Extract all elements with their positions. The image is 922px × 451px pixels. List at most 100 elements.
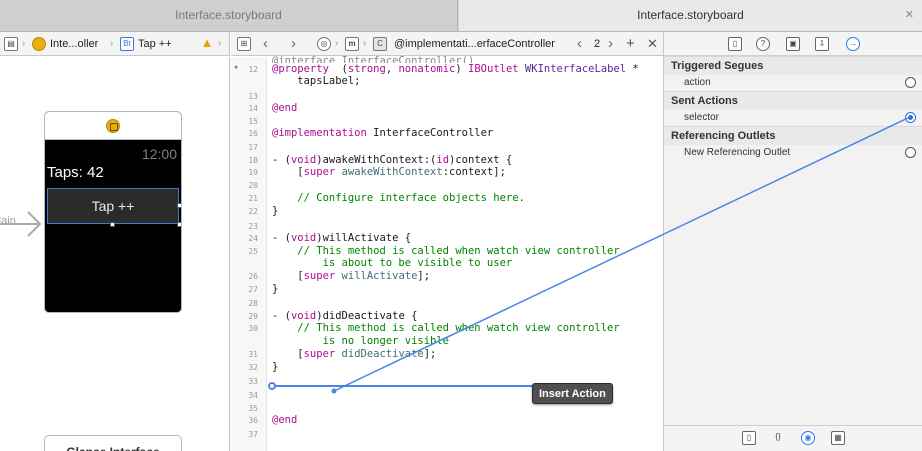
- previous-counterpart-icon[interactable]: ‹: [577, 32, 582, 55]
- interface-controller-scene[interactable]: 12:00 Taps: 42 Tap ++: [44, 111, 182, 313]
- code-line[interactable]: @property (strong, nonatomic) IBOutlet W…: [272, 63, 639, 75]
- connections-inspector: ▯ ? ▣ ⇩ ▥ → Triggered Segues action Sent A…: [663, 32, 922, 451]
- code-line[interactable]: - (void)willActivate {: [272, 232, 411, 244]
- code-token: [: [272, 270, 304, 282]
- inspector-section-title: Triggered Segues: [664, 56, 922, 75]
- forward-arrow-icon[interactable]: ›: [291, 32, 296, 55]
- code-line[interactable]: [super willActivate];: [272, 270, 430, 282]
- connection-label: New Referencing Outlet: [684, 147, 791, 158]
- button-object-icon: Bt: [120, 37, 134, 51]
- code-line[interactable]: is about to be visible to user: [272, 257, 513, 269]
- file-template-icon[interactable]: ▯: [742, 431, 756, 445]
- connection-row[interactable]: selector: [664, 110, 922, 126]
- code-token: WKInterfaceLabel: [518, 63, 627, 75]
- line-number: 34: [248, 391, 258, 400]
- code-token: @property: [272, 63, 329, 75]
- resize-handle-right[interactable]: [177, 203, 181, 208]
- tab-interface-storyboard-2[interactable]: Interface.storyboard ✕: [459, 0, 922, 31]
- line-number: 20: [248, 181, 258, 190]
- code-line[interactable]: - (void)didDeactivate {: [272, 310, 417, 322]
- code-token: IBOutlet: [468, 63, 519, 75]
- chevron-right-icon: ›: [363, 38, 367, 49]
- code-line[interactable]: @end: [272, 102, 297, 114]
- code-line[interactable]: tapsLabel;: [272, 75, 360, 87]
- line-number: 30: [248, 324, 258, 333]
- code-token: // This method is called when watch view…: [272, 245, 620, 257]
- code-line[interactable]: [super didDeactivate];: [272, 348, 436, 360]
- code-line[interactable]: }: [272, 361, 278, 373]
- connection-row[interactable]: New Referencing Outlet: [664, 145, 922, 161]
- breadcrumb-implementation[interactable]: @implementati...erfaceController: [394, 32, 555, 55]
- line-number: 32: [248, 363, 258, 372]
- connections-inspector-icon[interactable]: →: [846, 37, 860, 51]
- connection-well-icon[interactable]: [905, 112, 916, 123]
- breadcrumb-interface-controller[interactable]: Inte...oller: [50, 32, 98, 55]
- glance-interface-scene[interactable]: Glance Interface: [44, 435, 182, 451]
- connection-row[interactable]: action: [664, 75, 922, 91]
- chevron-right-icon[interactable]: ›: [218, 38, 221, 49]
- back-arrow-icon[interactable]: ‹: [263, 32, 268, 55]
- related-items-icon[interactable]: ⊞: [237, 37, 251, 51]
- resize-handle-corner[interactable]: [177, 222, 181, 227]
- taps-label[interactable]: Taps: 42: [47, 164, 104, 181]
- resize-handle-bottom[interactable]: [110, 222, 115, 227]
- connection-well-icon[interactable]: [905, 77, 916, 88]
- connection-label: selector: [684, 112, 720, 123]
- tab-overflow-icon[interactable]: ✕: [905, 0, 914, 31]
- insertion-line: [272, 385, 532, 387]
- canvas-jump-bar: ▤ › Inte...oller › Bt Tap ++ ▲ ›: [0, 32, 230, 56]
- interface-controller-icon[interactable]: [106, 119, 120, 133]
- code-token: // Configure interface objects here.: [272, 192, 525, 204]
- connection-label: action: [684, 77, 711, 88]
- attributes-inspector-icon[interactable]: ⇩: [815, 37, 829, 51]
- code-line[interactable]: [super awakeWithContext:context];: [272, 166, 506, 178]
- code-token: super: [303, 166, 336, 178]
- insert-action-tooltip: Insert Action: [532, 383, 613, 404]
- code-line[interactable]: - (void)awakeWithContext:(id)context {: [272, 154, 512, 166]
- class-symbol-icon: C: [373, 37, 387, 51]
- file-inspector-icon[interactable]: ▯: [728, 37, 742, 51]
- add-editor-icon[interactable]: +: [626, 32, 635, 55]
- code-token: is about to be visible to user: [272, 257, 513, 269]
- code-token: void: [290, 232, 317, 244]
- line-number: 21: [248, 194, 258, 203]
- line-number: 22: [248, 207, 258, 216]
- media-library-icon[interactable]: ▦: [831, 431, 845, 445]
- tab-label: Interface.storyboard: [637, 8, 744, 22]
- close-editor-icon[interactable]: ✕: [647, 32, 658, 55]
- code-line[interactable]: @implementation InterfaceController: [272, 127, 493, 139]
- code-line[interactable]: }: [272, 205, 278, 217]
- code-token: )awakeWithContext:(: [316, 154, 437, 166]
- code-line[interactable]: // This method is called when watch view…: [272, 245, 620, 257]
- code-line[interactable]: }: [272, 283, 278, 295]
- code-line-partial: @interface InterfaceController(): [272, 55, 475, 63]
- help-inspector-icon[interactable]: ?: [756, 37, 770, 51]
- code-token: @end: [272, 414, 298, 426]
- outlet-connected-icon[interactable]: ●: [234, 64, 238, 71]
- breadcrumb-tap-button[interactable]: Tap ++: [138, 32, 172, 55]
- counterparts-icon[interactable]: ◎: [317, 37, 331, 51]
- next-counterpart-icon[interactable]: ›: [608, 32, 613, 55]
- code-snippet-icon[interactable]: {}: [771, 431, 785, 445]
- code-token: - (: [272, 154, 291, 166]
- chevron-right-icon: ›: [110, 38, 114, 49]
- code-line[interactable]: // This method is called when watch view…: [272, 322, 619, 334]
- code-line[interactable]: is no longer visible: [272, 335, 449, 347]
- storyboard-canvas[interactable]: Main 12:00 Taps: 42 Tap ++ Glance Interf…: [0, 57, 230, 451]
- line-number: 27: [248, 285, 258, 294]
- code-line[interactable]: @end: [272, 414, 297, 426]
- code-token: strong: [347, 63, 386, 75]
- chevron-right-icon: ›: [22, 38, 26, 49]
- code-line[interactable]: // Configure interface objects here.: [272, 192, 525, 204]
- tap-button[interactable]: Tap ++: [47, 188, 179, 224]
- tab-interface-storyboard-1[interactable]: Interface.storyboard: [0, 0, 458, 31]
- code-token: )willActivate {: [316, 232, 412, 244]
- entry-arrow-icon: [0, 211, 42, 237]
- line-number: 29: [248, 312, 258, 321]
- connection-well-icon[interactable]: [905, 147, 916, 158]
- related-items-icon[interactable]: ▤: [4, 37, 18, 51]
- object-library-icon[interactable]: ◉: [801, 431, 815, 445]
- warning-icon[interactable]: ▲: [200, 36, 214, 51]
- identity-inspector-icon[interactable]: ▣: [786, 37, 800, 51]
- line-number: 25: [248, 247, 258, 256]
